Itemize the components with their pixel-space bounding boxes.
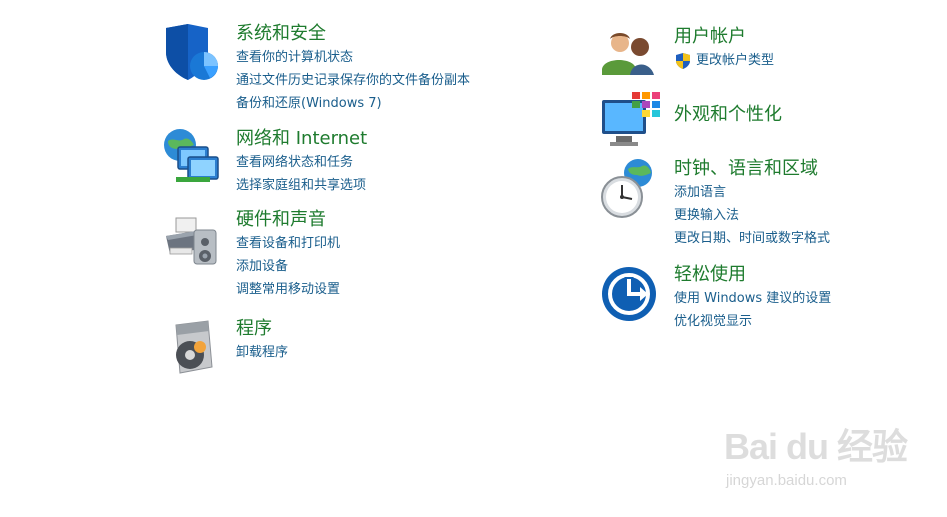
category-title[interactable]: 硬件和声音: [236, 208, 340, 232]
uac-shield-icon: [676, 52, 690, 69]
network-globe-icon[interactable]: [162, 127, 224, 189]
link-homegroup[interactable]: 选择家庭组和共享选项: [236, 174, 367, 197]
category-title[interactable]: 程序: [236, 317, 288, 341]
link-backup-restore[interactable]: 备份和还原(Windows 7): [236, 92, 470, 115]
programs-disc-icon[interactable]: [162, 317, 224, 379]
category-title[interactable]: 网络和 Internet: [236, 127, 367, 151]
users-icon[interactable]: [600, 25, 662, 87]
link-label: 更改帐户类型: [696, 53, 775, 68]
link-change-account-type[interactable]: 更改帐户类型: [674, 49, 774, 72]
link-optimize-display[interactable]: 优化视觉显示: [674, 310, 831, 333]
link-uninstall-program[interactable]: 卸载程序: [236, 341, 288, 364]
link-view-status[interactable]: 查看你的计算机状态: [236, 46, 470, 69]
appearance-monitor-icon[interactable]: [600, 90, 662, 152]
printer-speaker-icon[interactable]: [162, 208, 224, 270]
link-file-history[interactable]: 通过文件历史记录保存你的文件备份副本: [236, 69, 470, 92]
link-devices-printers[interactable]: 查看设备和打印机: [236, 232, 340, 255]
baidu-watermark: Bai du 经验 jingyan.baidu.com: [724, 418, 924, 498]
shield-security-icon[interactable]: [162, 22, 224, 84]
link-date-time-format[interactable]: 更改日期、时间或数字格式: [674, 227, 830, 250]
category-title[interactable]: 系统和安全: [236, 22, 470, 46]
clock-globe-icon[interactable]: [600, 157, 662, 219]
ease-of-access-icon[interactable]: [600, 263, 662, 325]
category-title[interactable]: 轻松使用: [674, 263, 831, 287]
link-network-status[interactable]: 查看网络状态和任务: [236, 151, 367, 174]
link-add-device[interactable]: 添加设备: [236, 255, 340, 278]
category-title[interactable]: 用户帐户: [674, 25, 774, 49]
category-title[interactable]: 时钟、语言和区域: [674, 157, 830, 181]
link-add-language[interactable]: 添加语言: [674, 181, 830, 204]
watermark-brand: Bai du 经验: [724, 426, 908, 467]
link-recommended-settings[interactable]: 使用 Windows 建议的设置: [674, 287, 831, 310]
link-change-input-method[interactable]: 更换输入法: [674, 204, 830, 227]
link-mobility-settings[interactable]: 调整常用移动设置: [236, 278, 340, 301]
category-title[interactable]: 外观和个性化: [674, 90, 782, 140]
watermark-url: jingyan.baidu.com: [726, 472, 847, 489]
